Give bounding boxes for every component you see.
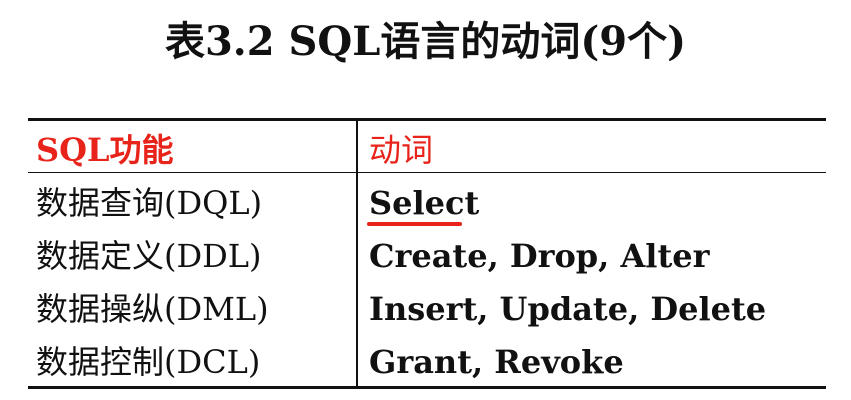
row-dcl-verbs: Grant, Revoke: [369, 343, 624, 381]
select-underline: [367, 222, 462, 226]
row-ddl-verbs: Create, Drop, Alter: [369, 237, 710, 275]
row-dql-function: 数据查询(DQL): [36, 184, 263, 222]
row-dcl-function: 数据控制(DCL): [36, 343, 261, 381]
header-sql-function: SQL功能: [36, 131, 174, 169]
header-verb: 动词: [369, 131, 434, 169]
row-dml-function: 数据操纵(DML): [36, 290, 269, 328]
row-dml-verbs: Insert, Update, Delete: [369, 290, 767, 328]
table-top-rule: [28, 118, 826, 121]
page-title: 表3.2 SQL语言的动词(9个): [164, 18, 687, 65]
table-bottom-rule: [28, 386, 826, 389]
row-ddl-function: 数据定义(DDL): [36, 237, 262, 275]
table-header-rule: [28, 172, 826, 173]
table-column-divider: [356, 121, 358, 386]
row-dql-verbs: Select: [369, 184, 480, 222]
